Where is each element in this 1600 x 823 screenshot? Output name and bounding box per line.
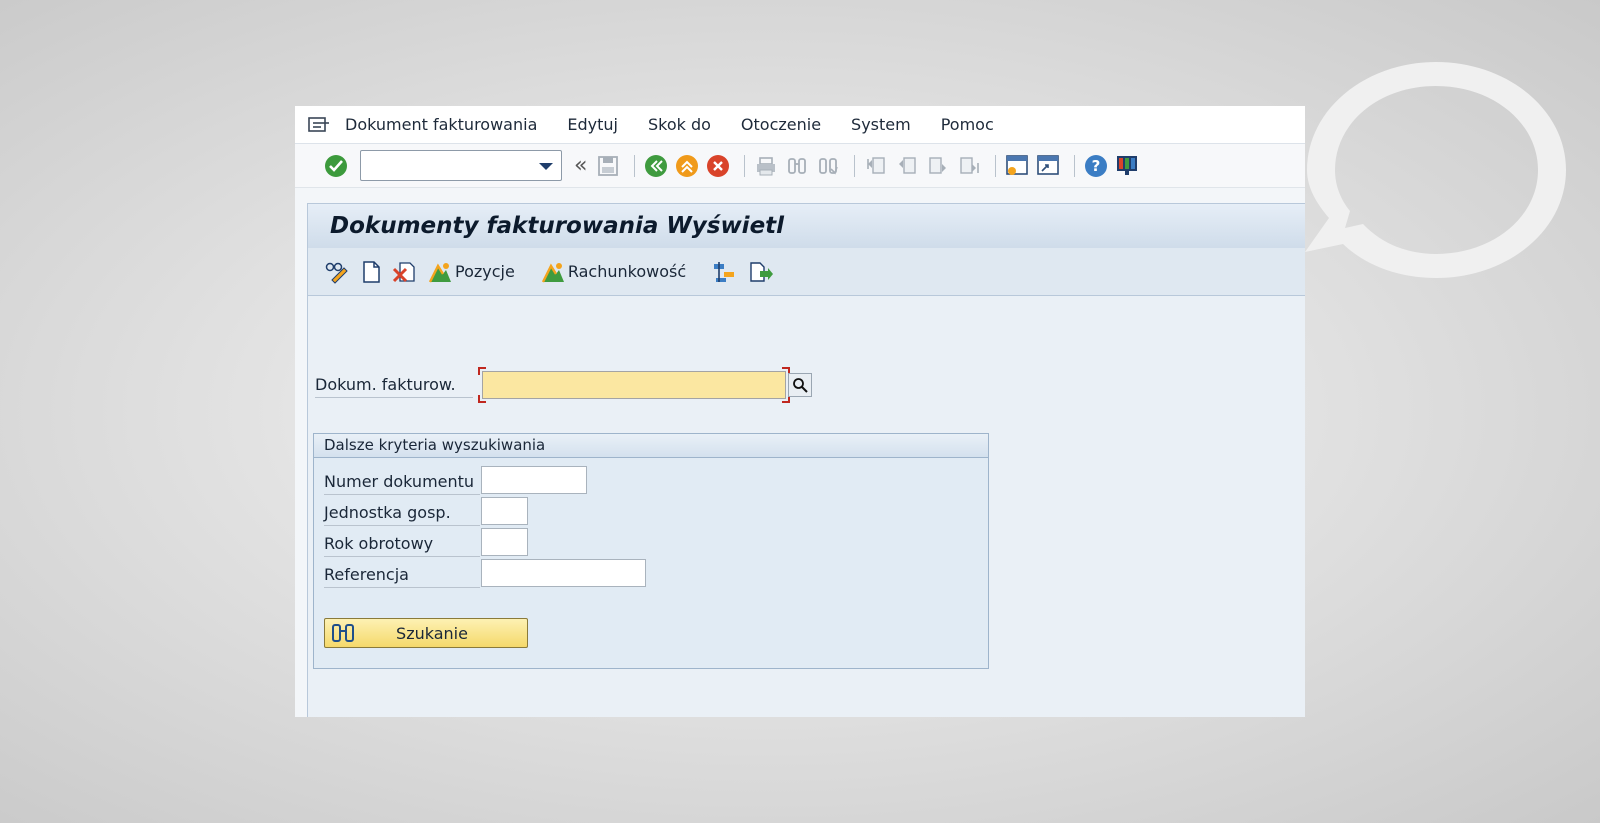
required-marker bbox=[478, 367, 486, 375]
toolbar-separator bbox=[634, 154, 636, 177]
search-button-label: Szukanie bbox=[396, 623, 468, 643]
exit-icon[interactable] bbox=[674, 153, 700, 179]
menu-icon[interactable] bbox=[307, 115, 331, 135]
command-field[interactable] bbox=[360, 150, 562, 181]
menu-bar: Dokument fakturowania Edytuj Skok do Oto… bbox=[295, 106, 1305, 144]
svg-text:?: ? bbox=[1092, 157, 1101, 175]
toolbar-separator bbox=[995, 154, 997, 177]
collapse-chevron-icon[interactable]: « bbox=[574, 153, 587, 178]
print-icon[interactable] bbox=[753, 153, 779, 179]
billing-document-input[interactable] bbox=[478, 367, 790, 403]
menu-skok-do[interactable]: Skok do bbox=[648, 115, 711, 134]
reference-input[interactable] bbox=[481, 559, 646, 587]
menu-dokument-fakturowania[interactable]: Dokument fakturowania bbox=[345, 115, 537, 134]
output-icon bbox=[750, 261, 774, 282]
reference-label: Referencja bbox=[324, 565, 480, 588]
menu-pomoc[interactable]: Pomoc bbox=[941, 115, 994, 134]
application-toolbar: Pozycje Rachunkowość bbox=[307, 248, 1305, 296]
toolbar-separator bbox=[854, 154, 856, 177]
create-document-icon bbox=[363, 260, 380, 283]
display-change-icon bbox=[325, 262, 348, 284]
required-marker bbox=[478, 395, 486, 403]
save-icon[interactable] bbox=[595, 153, 621, 179]
page-title: Dokumenty fakturowania Wyświetl bbox=[307, 203, 1305, 248]
new-session-icon[interactable] bbox=[1004, 153, 1030, 179]
display-change-button[interactable] bbox=[324, 260, 350, 284]
enter-check-icon[interactable] bbox=[323, 153, 349, 179]
items-overview-icon bbox=[428, 262, 451, 283]
rachunkowosc-label: Rachunkowość bbox=[567, 262, 687, 281]
previous-page-icon[interactable] bbox=[894, 153, 920, 179]
fiscal-year-input[interactable] bbox=[481, 528, 528, 556]
speech-bubble-graphic bbox=[1305, 62, 1566, 278]
cancel-icon[interactable] bbox=[705, 153, 731, 179]
document-number-input[interactable] bbox=[481, 466, 587, 494]
menu-otoczenie[interactable]: Otoczenie bbox=[741, 115, 821, 134]
find-next-icon[interactable] bbox=[815, 153, 841, 179]
standard-toolbar: « ? bbox=[295, 144, 1305, 188]
company-code-input[interactable] bbox=[481, 497, 528, 525]
selection-screen: Dokum. fakturow. Dalsze kryteria wyszuki… bbox=[307, 296, 1305, 717]
cancel-document-button[interactable] bbox=[392, 260, 418, 284]
chevron-down-icon[interactable] bbox=[539, 163, 553, 170]
document-flow-button[interactable] bbox=[712, 260, 738, 284]
document-flow-icon bbox=[714, 261, 735, 282]
pozycje-button[interactable]: Pozycje bbox=[428, 260, 531, 284]
last-page-icon[interactable] bbox=[956, 153, 982, 179]
layout-icon[interactable] bbox=[1114, 153, 1140, 179]
toolbar-separator bbox=[1074, 154, 1076, 177]
next-page-icon[interactable] bbox=[925, 153, 951, 179]
sap-window: Dokument fakturowania Edytuj Skok do Oto… bbox=[295, 106, 1305, 717]
fiscal-year-label: Rok obrotowy bbox=[324, 534, 480, 557]
first-page-icon[interactable] bbox=[863, 153, 889, 179]
billing-document-label: Dokum. fakturow. bbox=[315, 375, 473, 398]
rachunkowosc-button[interactable]: Rachunkowość bbox=[541, 260, 702, 284]
toolbar-separator bbox=[744, 154, 746, 177]
accounting-icon bbox=[541, 262, 564, 283]
menu-edytuj[interactable]: Edytuj bbox=[567, 115, 618, 134]
shortcut-icon[interactable] bbox=[1035, 153, 1061, 179]
find-icon[interactable] bbox=[784, 153, 810, 179]
cancel-document-icon bbox=[392, 261, 415, 282]
search-button[interactable]: Szukanie bbox=[324, 618, 528, 648]
output-button[interactable] bbox=[748, 260, 774, 284]
search-criteria-group: Dalsze kryteria wyszukiwania Numer dokum… bbox=[313, 433, 989, 669]
menu-system[interactable]: System bbox=[851, 115, 911, 134]
binoculars-icon bbox=[332, 624, 354, 642]
document-number-label: Numer dokumentu bbox=[324, 472, 480, 495]
value-help-button[interactable] bbox=[788, 373, 812, 397]
search-criteria-title: Dalsze kryteria wyszukiwania bbox=[314, 434, 988, 458]
company-code-label: Jednostka gosp. bbox=[324, 503, 480, 526]
search-icon bbox=[793, 378, 808, 393]
back-icon[interactable] bbox=[643, 153, 669, 179]
help-icon[interactable]: ? bbox=[1083, 153, 1109, 179]
pozycje-label: Pozycje bbox=[455, 262, 515, 281]
create-document-button[interactable] bbox=[360, 260, 382, 284]
